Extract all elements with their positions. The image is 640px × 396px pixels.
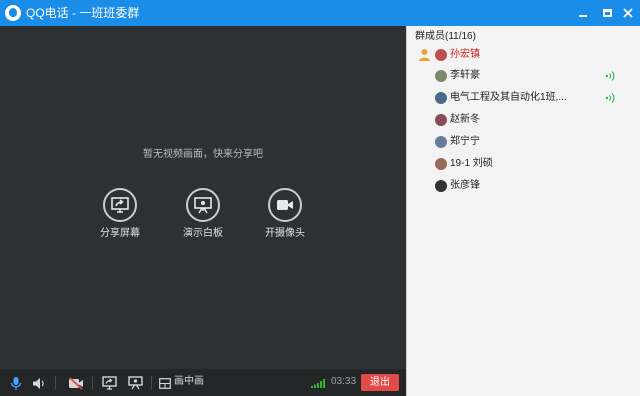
camera-off-icon: [69, 376, 83, 390]
minimize-button[interactable]: [574, 4, 592, 22]
toolbar-divider: [151, 376, 152, 389]
close-icon: [623, 8, 633, 18]
member-name: 电气工程及其自动化1班,...: [450, 92, 567, 103]
toolbar-divider: [92, 376, 93, 389]
share-screen-icon: [111, 197, 129, 213]
camera-off-button[interactable]: [68, 375, 84, 391]
call-toolbar: 画中画 03:33 退出: [0, 369, 406, 396]
exit-call-button[interactable]: 退出: [361, 374, 399, 391]
speaker-button[interactable]: [31, 375, 47, 391]
avatar: [435, 70, 447, 82]
title-bar: QQ电话 - 一班班委群: [0, 0, 640, 26]
member-panel: 群成员(11/16) 孙宏镇 李轩豪 电气工程及其自动化1班,... 赵新冬 郑…: [407, 26, 640, 396]
avatar: [435, 114, 447, 126]
share-screen-label: 分享屏幕: [100, 228, 140, 239]
member-name: 郑宁宁: [450, 136, 480, 147]
avatar: [435, 49, 447, 61]
member-name: 赵新冬: [450, 114, 480, 125]
avatar: [435, 136, 447, 148]
avatar: [435, 180, 447, 192]
member-row[interactable]: 电气工程及其自动化1班,...: [435, 89, 567, 107]
toolbar-share-screen-button[interactable]: [101, 375, 117, 391]
layout-label[interactable]: 画中画: [174, 376, 204, 388]
whiteboard-icon: [127, 376, 143, 390]
member-row[interactable]: 郑宁宁: [435, 133, 480, 151]
member-row[interactable]: 孙宏镇: [435, 46, 480, 64]
member-row[interactable]: 张彦锋: [435, 177, 480, 195]
share-screen-button[interactable]: 分享屏幕: [82, 188, 158, 240]
no-video-message: 暂无视频画面，快来分享吧: [143, 149, 263, 160]
maximize-button[interactable]: [598, 4, 616, 22]
whiteboard-button[interactable]: 演示白板: [165, 188, 241, 240]
camera-label: 开摄像头: [265, 228, 305, 239]
whiteboard-icon: [194, 196, 212, 213]
toolbar-whiteboard-button[interactable]: [127, 375, 143, 391]
whiteboard-label: 演示白板: [183, 228, 223, 239]
member-count-header: 群成员(11/16): [415, 31, 476, 42]
window-title: QQ电话 - 一班班委群: [26, 6, 140, 20]
picture-in-picture-icon: [159, 377, 171, 389]
video-area: 暂无视频画面，快来分享吧 分享屏幕 演示白板 开摄像头: [0, 26, 406, 369]
signal-strength: [311, 375, 327, 391]
member-name: 张彦锋: [450, 180, 480, 191]
call-timer: 03:33: [331, 376, 357, 387]
member-name: 19-1 刘硕: [450, 158, 493, 169]
share-screen-icon: [101, 376, 117, 390]
member-row[interactable]: 李轩豪: [435, 67, 480, 85]
voice-active-icon: [605, 71, 615, 81]
toolbar-divider: [55, 376, 56, 389]
close-button[interactable]: [619, 4, 637, 22]
qq-logo-icon: [5, 5, 21, 21]
layout-button[interactable]: [157, 375, 173, 391]
microphone-button[interactable]: [8, 375, 24, 391]
speaker-icon: [33, 377, 44, 389]
avatar: [435, 92, 447, 104]
camera-icon: [277, 200, 293, 210]
member-name: 孙宏镇: [450, 49, 480, 60]
microphone-icon: [10, 376, 22, 390]
member-row[interactable]: 赵新冬: [435, 111, 480, 129]
member-name: 李轩豪: [450, 70, 480, 81]
signal-strength-icon: [311, 379, 325, 388]
voice-active-icon: [605, 93, 615, 103]
member-row[interactable]: 19-1 刘硕: [435, 155, 493, 173]
group-owner-icon: [419, 49, 430, 61]
camera-button[interactable]: 开摄像头: [247, 188, 323, 240]
avatar: [435, 158, 447, 170]
